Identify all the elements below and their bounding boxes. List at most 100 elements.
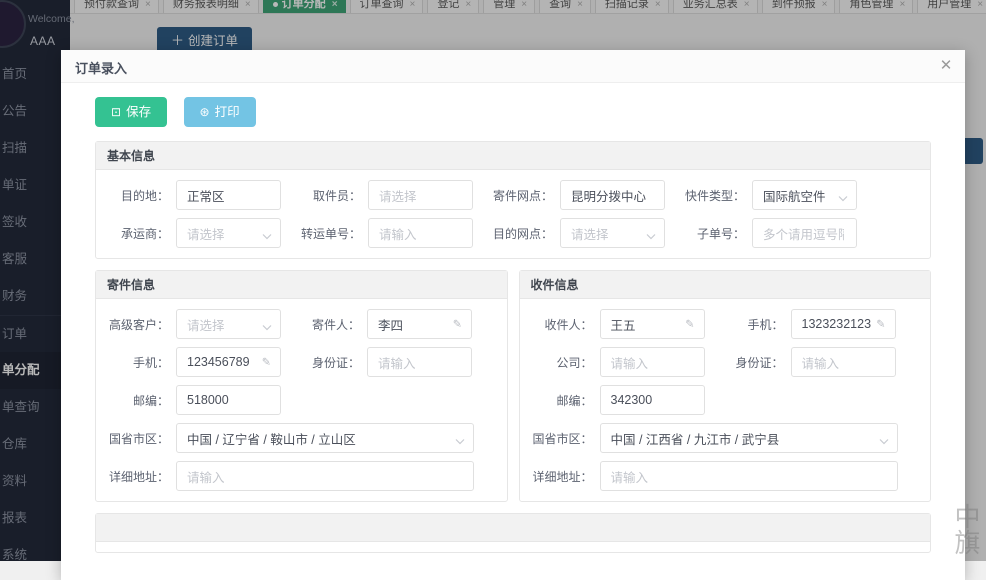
text-input[interactable]: 王五✎ (600, 309, 705, 339)
modal-overlay[interactable]: 订单录入 ✕ ⊡保存 ⊛打印 基本信息 目的地：正常区取件员：请选择寄件网点：昆… (0, 0, 986, 561)
edit-pencil-icon[interactable]: ✎ (262, 356, 271, 369)
form-row: 公司：请输入身份证：请输入 (528, 347, 923, 377)
form-row: 收件人：王五✎ 手机：13232321231✎ (528, 309, 923, 339)
field-sender_info-region: 国省市区：中国 / 辽宁省 / 鞍山市 / 立山区 (104, 423, 474, 453)
text-input[interactable]: 518000 (176, 385, 281, 415)
save-button[interactable]: ⊡ 保存 (95, 97, 167, 127)
field-placeholder: 请输入 (368, 353, 416, 372)
order-entry-dialog: 订单录入 ✕ ⊡保存 ⊛打印 基本信息 目的地：正常区取件员：请选择寄件网点：昆… (61, 50, 965, 580)
text-input[interactable]: 请输入 (791, 347, 896, 377)
field-value: 342300 (601, 393, 653, 407)
select-control[interactable]: 请选择 (176, 309, 281, 339)
sender-info-title: 寄件信息 (96, 271, 507, 299)
text-input[interactable]: 123456789 ✎ (176, 347, 281, 377)
form-row: 承运商：请选择转运单号：请输入目的网点：请选择子单号：多个请用逗号隔开 (104, 218, 922, 248)
field-label: 国省市区： (104, 430, 176, 447)
field-receiver_info-0: 收件人：王五✎ (528, 309, 705, 339)
field-placeholder: 请选择 (561, 224, 609, 243)
field-value: 123456789 (177, 355, 250, 369)
save-label: 保存 (126, 105, 151, 119)
text-input[interactable]: 李四 ✎ (367, 309, 472, 339)
edit-pencil-icon[interactable]: ✎ (453, 318, 462, 331)
chevron-down-icon (455, 434, 464, 443)
print-icon: ⊛ (200, 105, 210, 119)
next-panel-clipped (95, 513, 931, 553)
field-label: 手机： (104, 354, 176, 371)
field-label: 身份证： (295, 354, 367, 371)
field-label: 收件人： (528, 316, 600, 333)
field-label: 国省市区： (528, 430, 600, 447)
print-label: 打印 (215, 105, 240, 119)
form-row: 邮编：518000 (104, 385, 499, 415)
dialog-body: ⊡保存 ⊛打印 基本信息 目的地：正常区取件员：请选择寄件网点：昆明分拨中心快件… (61, 83, 965, 580)
field-value: 昆明分拨中心 (561, 186, 646, 205)
field-placeholder: 请选择 (177, 224, 225, 243)
select-control[interactable]: 中国 / 辽宁省 / 鞍山市 / 立山区 (176, 423, 474, 453)
chevron-down-icon (879, 434, 888, 443)
form-row: 国省市区：中国 / 江西省 / 九江市 / 武宁县 (528, 423, 923, 453)
field-receiver_info-1: 手机：13232321231✎ (719, 309, 896, 339)
select-control[interactable]: 中国 / 江西省 / 九江市 / 武宁县 (600, 423, 898, 453)
next-panel-title (96, 514, 930, 542)
field-basic_info-3: 快件类型：国际航空件 (674, 180, 857, 210)
text-input[interactable]: 多个请用逗号隔开 (752, 218, 857, 248)
form-row: 邮编：342300 (528, 385, 923, 415)
field-sender_info-2: 手机：123456789 ✎ (104, 347, 281, 377)
text-input[interactable]: 请输入 (600, 461, 898, 491)
field-label: 高级客户： (104, 316, 176, 333)
form-row: 详细地址：请输入 (104, 461, 499, 491)
save-icon: ⊡ (111, 105, 121, 119)
sender-info-fields: 高级客户：请选择寄件人：李四✎手机：123456789✎身份证：请输入邮编：51… (96, 299, 507, 501)
field-receiver_info-4: 邮编：342300 (528, 385, 705, 415)
edit-pencil-icon[interactable]: ✎ (876, 318, 885, 331)
field-placeholder: 请输入 (792, 353, 840, 372)
chevron-down-icon (838, 191, 847, 200)
field-label: 邮编： (104, 392, 176, 409)
field-label: 目的网点： (482, 225, 560, 242)
field-value: 李四 (368, 315, 403, 334)
text-input[interactable]: 请输入 (368, 218, 473, 248)
text-input[interactable]: 正常区 (176, 180, 281, 210)
field-placeholder: 请选择 (177, 315, 225, 334)
select-control[interactable]: 请选择 (560, 218, 665, 248)
select-control[interactable]: 请选择 (176, 218, 281, 248)
chevron-down-icon (262, 229, 271, 238)
field-sender_info-3: 身份证：请输入 (295, 347, 472, 377)
text-input[interactable]: 昆明分拨中心 (560, 180, 665, 210)
field-label: 子单号： (674, 225, 752, 242)
field-label: 转运单号： (290, 225, 368, 242)
field-label: 目的地： (104, 187, 176, 204)
dialog-header: 订单录入 ✕ (61, 50, 965, 83)
field-value: 518000 (177, 393, 229, 407)
field-label: 身份证： (719, 354, 791, 371)
field-receiver_info-2: 公司：请输入 (528, 347, 705, 377)
text-input[interactable]: 请输入 (176, 461, 474, 491)
field-value: 中国 / 江西省 / 九江市 / 武宁县 (601, 429, 780, 448)
field-label: 手机： (719, 316, 791, 333)
field-label: 邮编： (528, 392, 600, 409)
text-input[interactable]: 342300 (600, 385, 705, 415)
field-value: 正常区 (177, 186, 225, 205)
basic-info-title: 基本信息 (96, 142, 930, 170)
receiver-info-panel: 收件信息 收件人：王五✎手机：13232321231✎公司：请输入身份证：请输入… (519, 270, 932, 502)
text-input[interactable]: 请输入 (367, 347, 472, 377)
field-sender_info-address: 详细地址：请输入 (104, 461, 474, 491)
field-placeholder: 多个请用逗号隔开 (753, 224, 844, 243)
field-label: 公司： (528, 354, 600, 371)
field-label: 快件类型： (674, 187, 752, 204)
form-row: 详细地址：请输入 (528, 461, 923, 491)
text-input[interactable]: 请输入 (600, 347, 705, 377)
print-button[interactable]: ⊛ 打印 (184, 97, 256, 127)
close-icon[interactable]: ✕ (935, 55, 957, 77)
field-placeholder: 请输入 (177, 467, 225, 486)
select-control[interactable]: 国际航空件 (752, 180, 857, 210)
field-receiver_info-region: 国省市区：中国 / 江西省 / 九江市 / 武宁县 (528, 423, 898, 453)
basic-info-fields: 目的地：正常区取件员：请选择寄件网点：昆明分拨中心快件类型：国际航空件承运商：请… (96, 170, 930, 258)
text-input[interactable]: 13232321231✎ (791, 309, 896, 339)
field-placeholder: 请输入 (601, 353, 649, 372)
field-basic_info-5: 转运单号：请输入 (290, 218, 473, 248)
edit-pencil-icon[interactable]: ✎ (685, 318, 694, 331)
text-input[interactable]: 请选择 (368, 180, 473, 210)
form-row: 高级客户：请选择寄件人：李四✎ (104, 309, 499, 339)
field-receiver_info-address: 详细地址：请输入 (528, 461, 898, 491)
